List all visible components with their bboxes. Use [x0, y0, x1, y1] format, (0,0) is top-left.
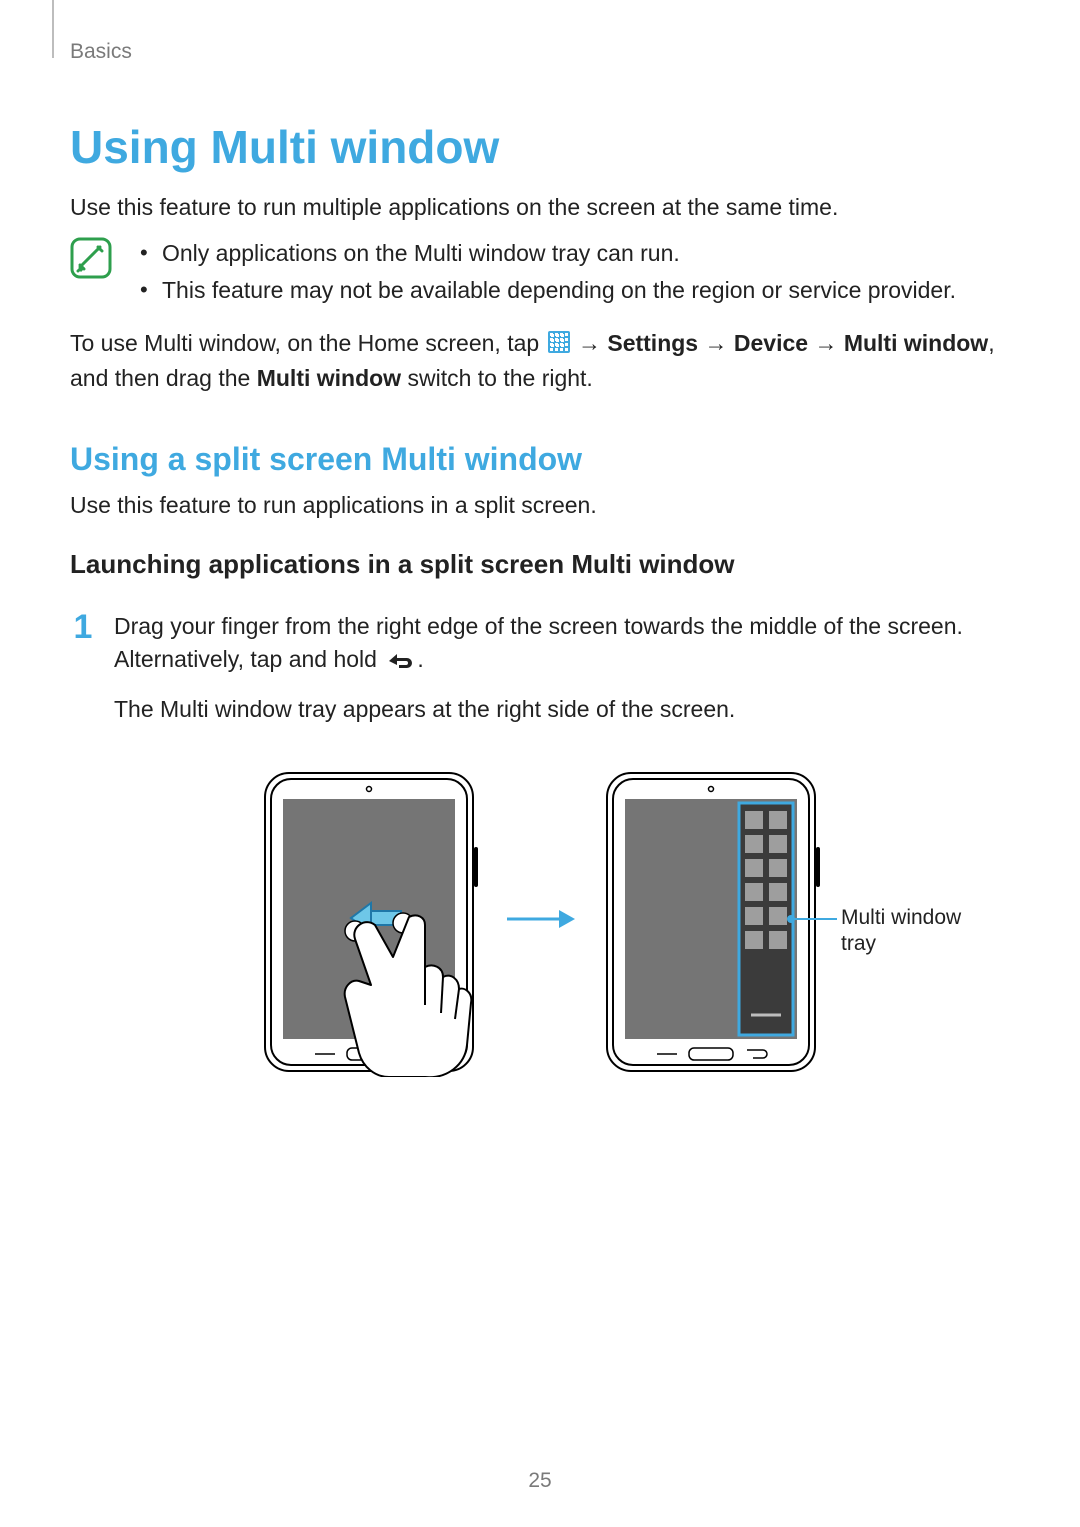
note-list: Only applications on the Multi window tr…	[134, 235, 1010, 309]
section-subsub: Launching applications in a split screen…	[70, 549, 1010, 580]
intro-paragraph: Use this feature to run multiple applica…	[70, 192, 1010, 223]
arrow-right-icon	[505, 907, 575, 936]
arrow-text: →	[578, 330, 607, 356]
text: To use Multi window, on the Home screen,…	[70, 330, 546, 356]
setup-instruction: To use Multi window, on the Home screen,…	[70, 327, 1010, 396]
callout-line	[793, 918, 837, 920]
text: .	[417, 646, 423, 672]
section-subtitle: Using a split screen Multi window	[70, 441, 1010, 478]
step-number: 1	[70, 610, 96, 739]
note-icon	[70, 237, 112, 284]
path-device: Device	[734, 330, 808, 356]
tablet-after-illustration: Multi window tray	[601, 767, 821, 1077]
header-divider	[52, 0, 54, 58]
note-item: This feature may not be available depend…	[134, 272, 1010, 309]
path-settings: Settings	[607, 330, 698, 356]
page-number: 25	[0, 1469, 1080, 1493]
path-multiwindow: Multi window	[844, 330, 988, 356]
note-item: Only applications on the Multi window tr…	[134, 235, 1010, 272]
back-icon	[385, 647, 415, 679]
arrow-text: →	[704, 330, 733, 356]
text: switch to the right.	[401, 365, 593, 391]
page-title: Using Multi window	[70, 120, 1010, 174]
callout-label: Multi window tray	[841, 905, 961, 958]
apps-grid-icon	[548, 329, 570, 362]
tablet-before-illustration	[259, 767, 479, 1077]
bold-switch: Multi window	[257, 365, 401, 391]
step-line-1: Drag your finger from the right edge of …	[114, 610, 1010, 678]
text: Drag your finger from the right edge of …	[114, 613, 963, 671]
breadcrumb: Basics	[70, 40, 1010, 64]
step-body: Drag your finger from the right edge of …	[114, 610, 1010, 739]
sub-intro: Use this feature to run applications in …	[70, 490, 1010, 521]
manual-page: Basics Using Multi window Use this featu…	[0, 0, 1080, 1527]
step-1: 1 Drag your finger from the right edge o…	[70, 610, 1010, 739]
figure-row: Multi window tray	[70, 767, 1010, 1077]
note-block: Only applications on the Multi window tr…	[70, 235, 1010, 309]
arrow-text: →	[814, 330, 843, 356]
step-line-2: The Multi window tray appears at the rig…	[114, 693, 1010, 725]
